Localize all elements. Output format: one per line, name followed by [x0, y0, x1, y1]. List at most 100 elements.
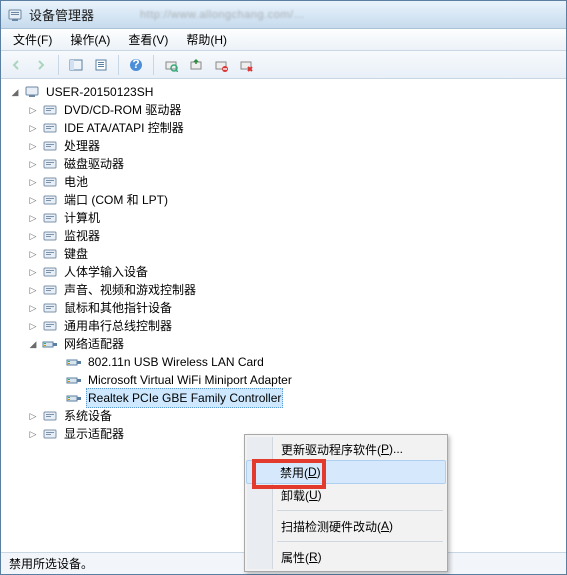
- back-button: [5, 54, 27, 76]
- device-icon: [42, 210, 58, 226]
- tree-node-label: IDE ATA/ATAPI 控制器: [62, 119, 186, 137]
- disable-button[interactable]: [210, 54, 232, 76]
- collapse-icon[interactable]: ◢: [27, 338, 39, 350]
- device-icon: [42, 300, 58, 316]
- tree-node-label: 系统设备: [62, 407, 114, 425]
- tree-node-label: 磁盘驱动器: [62, 155, 126, 173]
- tree-node[interactable]: ▷ 通用串行总线控制器: [3, 317, 564, 335]
- expand-icon[interactable]: ▷: [27, 212, 39, 224]
- device-icon: [42, 228, 58, 244]
- tree-node[interactable]: ▷计算机: [3, 209, 564, 227]
- tree-node[interactable]: ▷ 处理器: [3, 137, 564, 155]
- tree-node-label: 通用串行总线控制器: [62, 317, 174, 335]
- tree-node[interactable]: ▷ 电池: [3, 173, 564, 191]
- context-menu-item[interactable]: 卸载(U): [247, 483, 445, 507]
- context-menu-item[interactable]: 扫描检测硬件改动(A): [247, 514, 445, 538]
- device-icon: [42, 246, 58, 262]
- device-icon: [42, 156, 58, 172]
- tree-node[interactable]: ▷ 人体学输入设备: [3, 263, 564, 281]
- tree-node-label: DVD/CD-ROM 驱动器: [62, 101, 183, 119]
- window-title: 设备管理器: [29, 5, 94, 24]
- tree-node-label: 声音、视频和游戏控制器: [62, 281, 198, 299]
- computer-icon: [24, 84, 40, 100]
- menubar: 文件(F) 操作(A) 查看(V) 帮助(H): [1, 29, 566, 51]
- expand-icon[interactable]: ▷: [27, 284, 39, 296]
- expand-icon[interactable]: ▷: [27, 428, 39, 440]
- forward-button: [30, 54, 52, 76]
- tree-node-label: 显示适配器: [62, 425, 126, 443]
- svg-text:?: ?: [132, 58, 139, 71]
- device-icon: [42, 102, 58, 118]
- titlebar: 设备管理器 http://www.allongchang.com/…: [1, 1, 566, 29]
- expand-icon[interactable]: ▷: [27, 410, 39, 422]
- expand-icon[interactable]: ▷: [27, 194, 39, 206]
- help-button[interactable]: ?: [125, 54, 147, 76]
- menu-help[interactable]: 帮助(H): [178, 29, 235, 50]
- tree-node-label: Realtek PCIe GBE Family Controller: [86, 388, 283, 408]
- tree-node[interactable]: ▷ IDE ATA/ATAPI 控制器: [3, 119, 564, 137]
- app-icon: [7, 7, 23, 23]
- tree-node-label: 网络适配器: [62, 335, 126, 353]
- context-menu: 更新驱动程序软件(P)...禁用(D)卸载(U) 扫描检测硬件改动(A) 属性(R): [244, 434, 448, 572]
- show-hide-console-button[interactable]: [65, 54, 87, 76]
- menu-file[interactable]: 文件(F): [5, 29, 60, 50]
- tree-node-label: 电池: [62, 173, 90, 191]
- device-icon: [42, 138, 58, 154]
- device-icon: [42, 174, 58, 190]
- expand-icon[interactable]: ▷: [27, 122, 39, 134]
- tree-node[interactable]: ▷ 声音、视频和游戏控制器: [3, 281, 564, 299]
- expand-icon[interactable]: ▷: [27, 140, 39, 152]
- tree-node-label: 端口 (COM 和 LPT): [62, 191, 170, 209]
- menu-view[interactable]: 查看(V): [120, 29, 176, 50]
- tree-node[interactable]: ▷ 系统设备: [3, 407, 564, 425]
- device-icon: [42, 282, 58, 298]
- tree-node[interactable]: ▷鼠标和其他指针设备: [3, 299, 564, 317]
- context-menu-item[interactable]: 更新驱动程序软件(P)...: [247, 437, 445, 461]
- expand-icon[interactable]: ▷: [27, 230, 39, 242]
- expand-icon[interactable]: ▷: [27, 266, 39, 278]
- context-menu-separator: [277, 541, 443, 542]
- tree-node-label: 键盘: [62, 245, 90, 263]
- tree-node-label: 人体学输入设备: [62, 263, 150, 281]
- tree-node-label: 监视器: [62, 227, 102, 245]
- tree-node[interactable]: ◢ USER-20150123SH: [3, 83, 564, 101]
- tree-node-label: 处理器: [62, 137, 102, 155]
- statusbar-text: 禁用所选设备。: [9, 555, 93, 572]
- context-menu-item[interactable]: 属性(R): [247, 545, 445, 569]
- net-icon: [66, 390, 82, 406]
- expand-icon[interactable]: ▷: [27, 158, 39, 170]
- tree-node[interactable]: ▷Realtek PCIe GBE Family Controller: [3, 389, 564, 407]
- tree-node[interactable]: ◢ 网络适配器: [3, 335, 564, 353]
- expand-icon[interactable]: ▷: [27, 104, 39, 116]
- expand-icon[interactable]: ▷: [27, 176, 39, 188]
- tree-node[interactable]: ▷Microsoft Virtual WiFi Miniport Adapter: [3, 371, 564, 389]
- device-icon: [42, 192, 58, 208]
- net-icon: [66, 372, 82, 388]
- tree-node[interactable]: ▷802.11n USB Wireless LAN Card: [3, 353, 564, 371]
- menu-action[interactable]: 操作(A): [62, 29, 118, 50]
- scan-hardware-button[interactable]: [160, 54, 182, 76]
- tree-node[interactable]: ▷ 磁盘驱动器: [3, 155, 564, 173]
- device-icon: [42, 408, 58, 424]
- expand-icon[interactable]: ▷: [27, 320, 39, 332]
- device-icon: [42, 426, 58, 442]
- tree-node-label: USER-20150123SH: [44, 83, 155, 101]
- uninstall-button[interactable]: [235, 54, 257, 76]
- expand-icon[interactable]: ▷: [27, 248, 39, 260]
- update-driver-button[interactable]: [185, 54, 207, 76]
- tree-node[interactable]: ▷ 端口 (COM 和 LPT): [3, 191, 564, 209]
- tree-node[interactable]: ▷ DVD/CD-ROM 驱动器: [3, 101, 564, 119]
- tree-node-label: 802.11n USB Wireless LAN Card: [86, 353, 266, 371]
- properties-button[interactable]: [90, 54, 112, 76]
- device-icon: [42, 318, 58, 334]
- toolbar-separator: [58, 55, 59, 75]
- tree-node[interactable]: ▷ 监视器: [3, 227, 564, 245]
- device-icon: [42, 120, 58, 136]
- device-icon: [42, 264, 58, 280]
- address-blur: http://www.allongchang.com/…: [140, 9, 305, 21]
- tree-node[interactable]: ▷ 键盘: [3, 245, 564, 263]
- tree-node-label: Microsoft Virtual WiFi Miniport Adapter: [86, 371, 294, 389]
- expand-icon[interactable]: ▷: [27, 302, 39, 314]
- collapse-icon[interactable]: ◢: [9, 86, 21, 98]
- context-menu-item[interactable]: 禁用(D): [246, 460, 446, 484]
